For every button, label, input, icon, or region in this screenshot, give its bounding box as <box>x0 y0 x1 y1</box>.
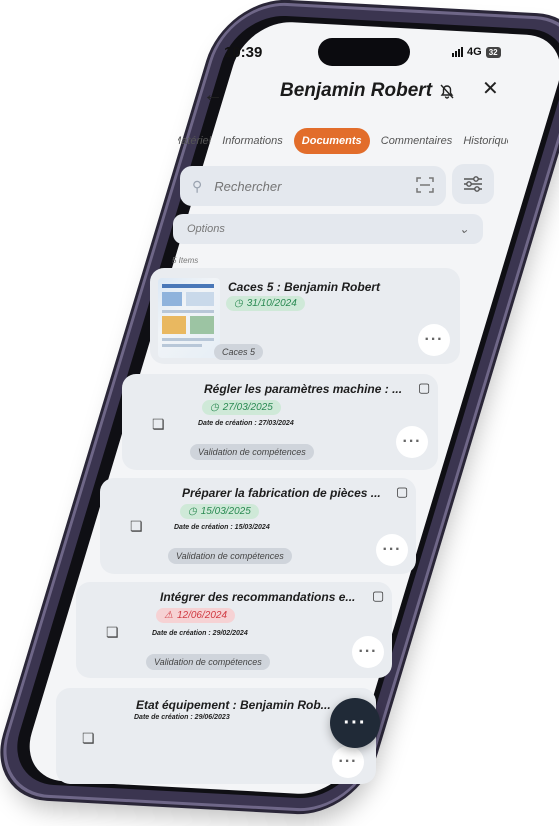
signal-icon <box>452 47 463 57</box>
expiry-date: 15/03/2025 <box>200 506 251 517</box>
close-icon[interactable]: ✕ <box>482 76 499 101</box>
options-label: Options <box>187 223 225 235</box>
more-options-button[interactable]: ··· <box>418 324 450 356</box>
expiry-badge: ◷ 15/03/2025 <box>180 504 259 519</box>
filter-button[interactable] <box>452 164 494 204</box>
scan-icon[interactable] <box>414 174 436 196</box>
pdf-file-icon: ❏ <box>152 416 165 432</box>
document-card[interactable]: ❏ Intégrer des recommandations e... ▢ ⚠ … <box>76 582 392 678</box>
more-options-button[interactable]: ··· <box>396 426 428 458</box>
search-bar: ⚲ <box>180 166 446 206</box>
more-options-button[interactable]: ··· <box>376 534 408 566</box>
document-tag: Validation de compétences <box>190 444 314 460</box>
document-title: Intégrer des recommandations e... <box>160 590 356 604</box>
chevron-down-icon: ⌄ <box>458 222 469 236</box>
document-title: Préparer la fabrication de pièces ... <box>182 486 381 500</box>
expiry-badge: ⚠ 12/06/2024 <box>156 608 236 623</box>
creation-date: Date de création : 29/02/2024 <box>152 630 248 637</box>
floating-action-button[interactable]: ··· <box>330 698 380 748</box>
creation-date: Date de création : 29/06/2023 <box>134 714 230 721</box>
document-tag: Caces 5 <box>214 344 264 360</box>
battery-icon: 32 <box>485 46 501 58</box>
expiry-date: 12/06/2024 <box>176 610 228 621</box>
document-title: Etat équipement : Benjamin Rob... <box>136 698 331 712</box>
options-dropdown[interactable]: Options ⌄ <box>173 214 483 244</box>
expiry-date: 31/10/2024 <box>246 298 297 309</box>
tab-informations[interactable]: Informations <box>222 128 283 154</box>
archive-icon[interactable]: ▢ <box>396 484 408 500</box>
document-card[interactable]: ❏ Régler les paramètres machine : ... ▢ … <box>122 374 438 470</box>
document-tag: Validation de compétences <box>168 548 292 564</box>
clock-icon: ◷ <box>210 402 219 413</box>
pdf-file-icon: ❏ <box>82 730 95 746</box>
expiry-date: 27/03/2025 <box>222 402 273 413</box>
clock-icon: ◷ <box>188 506 197 517</box>
document-tag: Validation de compétences <box>146 654 270 670</box>
warning-icon: ⚠ <box>164 610 173 621</box>
tab-bar: Matériel Informations Documents Commenta… <box>178 128 508 154</box>
expiry-badge: ◷ 27/03/2025 <box>202 400 281 415</box>
document-card[interactable]: ❏ Etat équipement : Benjamin Rob... Date… <box>56 688 376 784</box>
archive-icon[interactable]: ▢ <box>372 588 384 604</box>
document-card[interactable]: ❏ Préparer la fabrication de pièces ... … <box>100 478 416 574</box>
more-options-button[interactable]: ··· <box>352 636 384 668</box>
expiry-badge: ◷ 31/10/2024 <box>226 296 305 311</box>
pdf-file-icon: ❏ <box>130 518 143 534</box>
archive-icon[interactable]: ▢ <box>418 380 430 396</box>
search-icon: ⚲ <box>192 177 203 194</box>
tab-commentaires[interactable]: Commentaires <box>381 128 453 154</box>
tab-materiel[interactable]: Matériel <box>178 128 211 154</box>
items-count: 5 Items <box>172 256 199 265</box>
document-thumbnail <box>158 278 220 358</box>
tab-historique[interactable]: Historique <box>463 128 508 154</box>
status-time: 10:39 <box>224 44 263 61</box>
clock-icon: ◷ <box>234 298 243 309</box>
tab-documents[interactable]: Documents <box>293 128 370 154</box>
creation-date: Date de création : 27/03/2024 <box>198 420 294 427</box>
pdf-file-icon: ❏ <box>106 624 119 640</box>
back-arrow-icon[interactable]: ← <box>203 84 223 107</box>
document-title: Caces 5 : Benjamin Robert <box>228 280 381 294</box>
bell-off-icon[interactable] <box>438 82 456 100</box>
document-title: Régler les paramètres machine : ... <box>204 382 403 396</box>
search-input[interactable] <box>212 177 387 195</box>
document-card[interactable]: Caces 5 : Benjamin Robert ◷ 31/10/2024 C… <box>150 268 460 364</box>
more-options-button[interactable]: ··· <box>332 746 364 778</box>
status-indicators: 4G 32 <box>452 46 501 58</box>
page-title: Benjamin Robert <box>280 80 433 101</box>
dynamic-island <box>318 38 410 66</box>
creation-date: Date de création : 15/03/2024 <box>174 524 270 531</box>
network-label: 4G <box>467 46 482 58</box>
sliders-icon <box>464 176 482 192</box>
